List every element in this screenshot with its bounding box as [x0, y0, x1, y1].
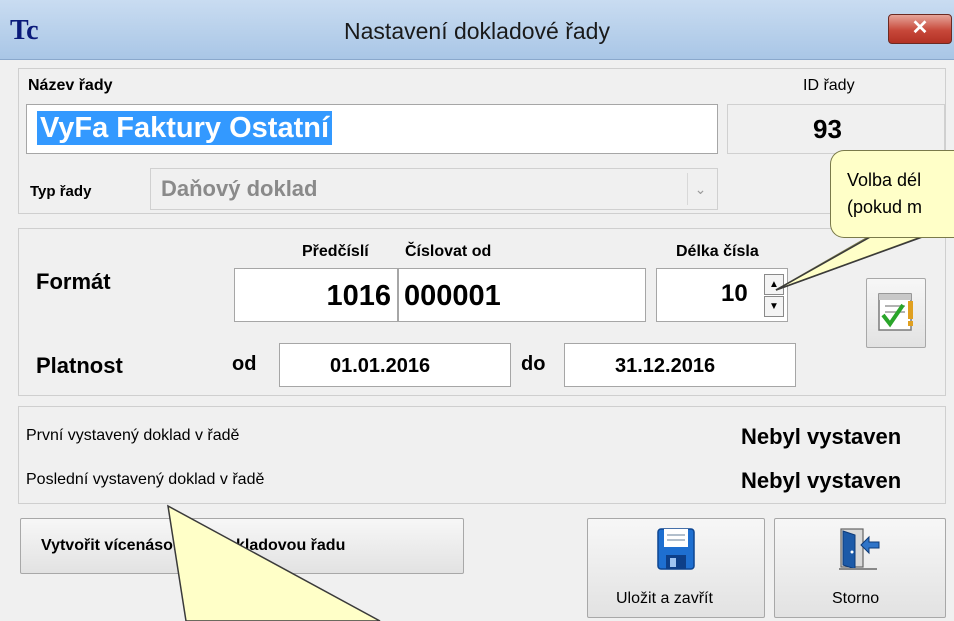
checklist-icon: [878, 293, 913, 331]
prefix-input[interactable]: 1016: [234, 268, 398, 322]
save-close-button[interactable]: Uložit a zavřít: [587, 518, 765, 618]
create-multiple-series-button[interactable]: Vytvořit vícenásobnou dokladovou řadu: [20, 518, 464, 574]
format-label: Formát: [36, 269, 111, 294]
create-multiple-series-label: Vytvořit vícenásobnou dokladovou řadu: [41, 537, 346, 554]
arrow-up-icon: ▲: [769, 279, 779, 290]
valid-from-value: 01.01.2016: [330, 355, 431, 377]
title-bar[interactable]: Tc Nastavení dokladové řady ✕: [0, 0, 954, 60]
name-label: Název řady: [28, 77, 113, 94]
length-value: 10: [721, 280, 748, 307]
number-from-value: 000001: [404, 280, 501, 312]
dialog-window: Tc Nastavení dokladové řady ✕ Název řady…: [0, 0, 954, 621]
spin-down-button[interactable]: ▼: [764, 296, 784, 317]
number-from-input[interactable]: 000001: [398, 268, 646, 322]
length-label: Délka čísla: [676, 243, 759, 260]
close-button[interactable]: ✕: [888, 14, 952, 44]
first-document-label: První vystavený doklad v řadě: [26, 427, 240, 444]
spin-up-button[interactable]: ▲: [764, 274, 784, 295]
valid-to-value: 31.12.2016: [615, 355, 716, 377]
confirm-length-button[interactable]: [866, 278, 926, 348]
first-document-value: Nebyl vystaven: [741, 424, 902, 449]
valid-from-label: od: [232, 353, 257, 375]
chevron-down-icon[interactable]: ⌄: [687, 173, 713, 205]
valid-from-input[interactable]: 01.01.2016: [279, 343, 511, 387]
callout-line-1: Volba dél: [847, 170, 922, 190]
cancel-label: Storno: [832, 590, 880, 607]
callout-line-2: (pokud m: [847, 197, 923, 217]
validity-label: Platnost: [36, 353, 123, 378]
cancel-button[interactable]: Storno: [774, 518, 946, 618]
save-close-label: Uložit a zavřít: [616, 590, 713, 607]
type-label: Typ řady: [30, 183, 92, 200]
series-id-field: 93: [727, 104, 945, 154]
prefix-label: Předčíslí: [302, 243, 369, 260]
floppy-disk-icon: [657, 528, 695, 570]
arrow-down-icon: ▼: [769, 301, 779, 312]
window-title: Nastavení dokladové řady: [344, 18, 610, 44]
type-select[interactable]: Daňový doklad ⌄: [150, 168, 718, 210]
prefix-value: 1016: [326, 280, 391, 312]
type-select-value: Daňový doklad: [161, 176, 318, 201]
close-icon: ✕: [911, 17, 929, 39]
tooltip-callout-length: Volba dél (pokud m: [830, 150, 954, 238]
valid-to-input[interactable]: 31.12.2016: [564, 343, 796, 387]
series-name-input[interactable]: VyFa Faktury Ostatní: [26, 104, 718, 154]
series-name-value: VyFa Faktury Ostatní: [37, 111, 333, 145]
valid-to-label: do: [521, 353, 546, 375]
exit-door-icon: [839, 528, 880, 570]
last-document-label: Poslední vystavený doklad v řadě: [26, 471, 265, 488]
series-id-value: 93: [813, 114, 842, 144]
id-label: ID řady: [803, 77, 855, 94]
last-document-value: Nebyl vystaven: [741, 468, 902, 493]
number-from-label: Číslovat od: [405, 243, 492, 260]
